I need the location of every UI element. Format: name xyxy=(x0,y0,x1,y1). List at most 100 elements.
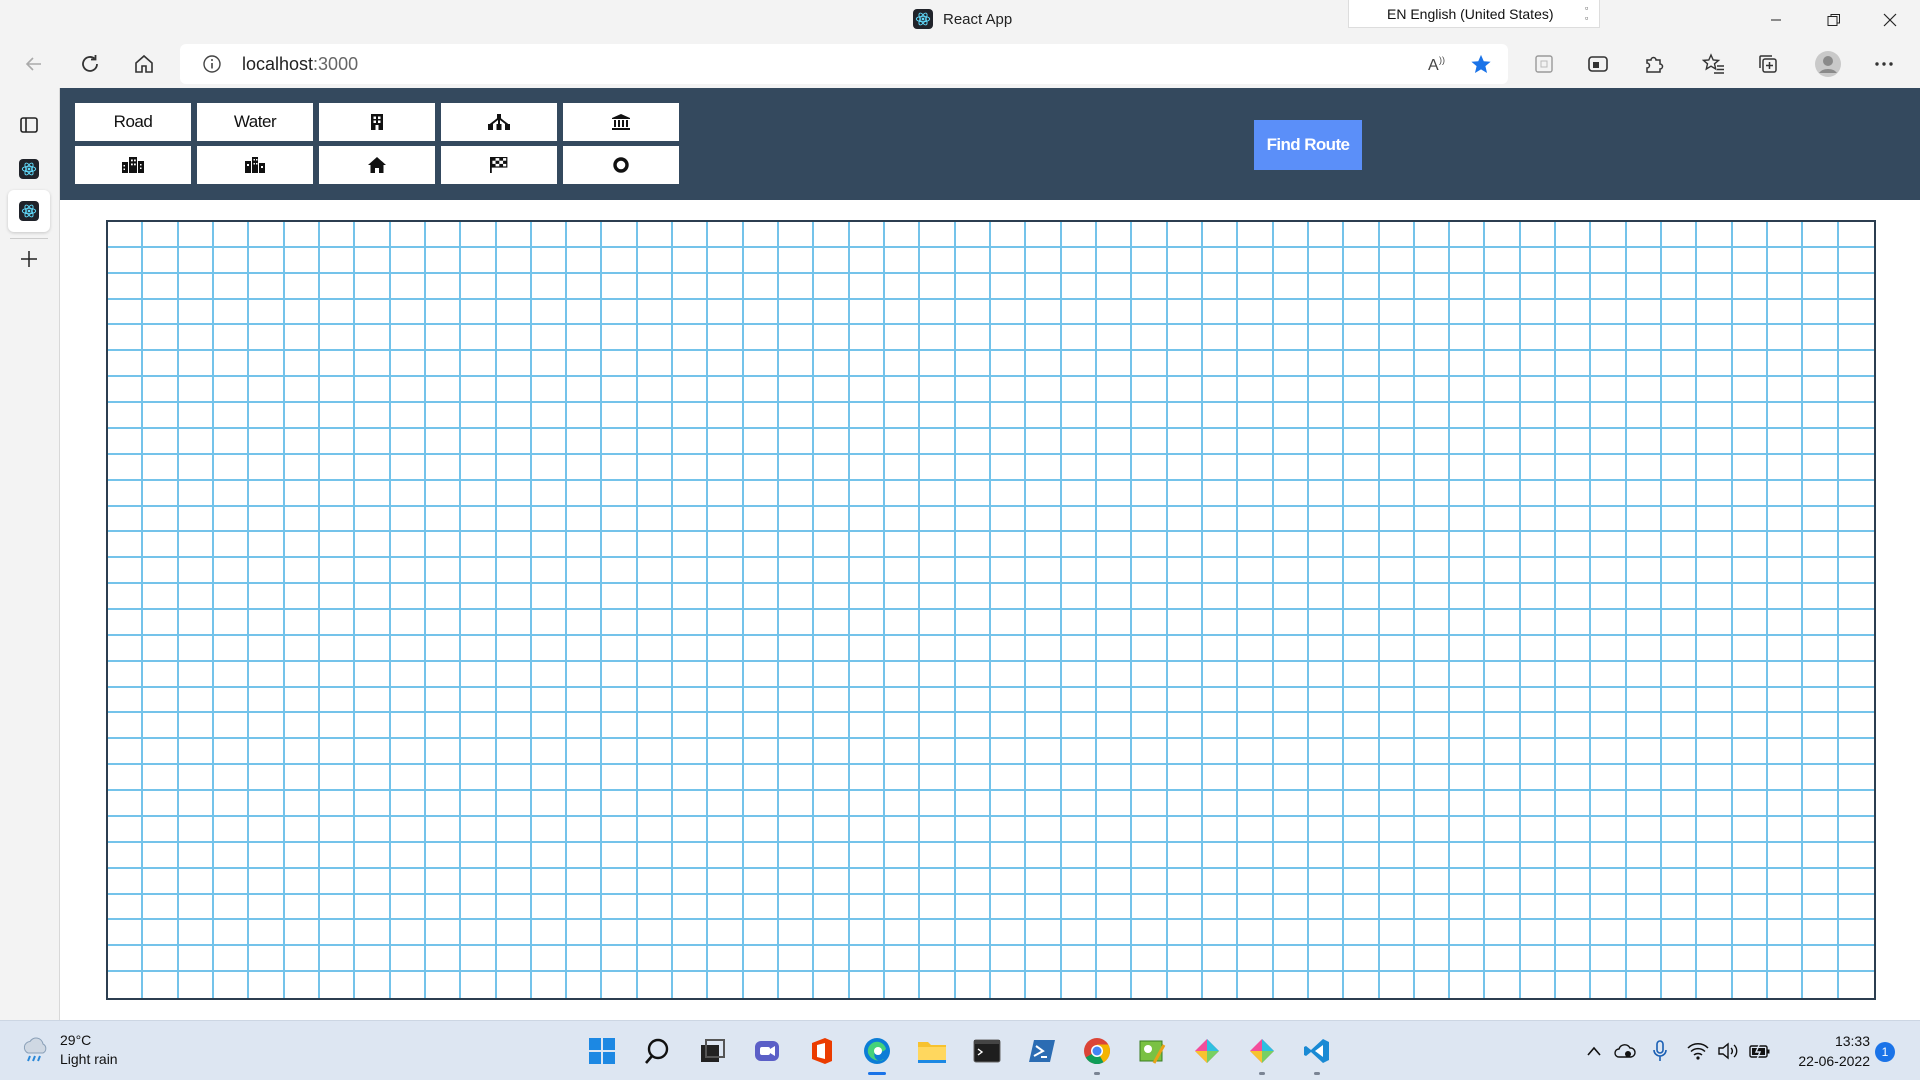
grid-cell[interactable] xyxy=(1414,791,1451,817)
grid-cell[interactable] xyxy=(779,454,815,481)
grid-cell[interactable] xyxy=(1803,403,1839,429)
grid-cell[interactable] xyxy=(1132,351,1168,378)
grid-cell[interactable] xyxy=(1838,662,1874,688)
grid-cell[interactable] xyxy=(108,325,144,352)
grid-cell[interactable] xyxy=(885,584,921,610)
grid-cell[interactable] xyxy=(1626,247,1663,274)
grid-cell[interactable] xyxy=(920,584,956,610)
grid-cell[interactable] xyxy=(743,661,780,688)
grid-cell[interactable] xyxy=(108,816,144,843)
grid-cell[interactable] xyxy=(178,325,214,352)
grid-cell[interactable] xyxy=(319,920,356,947)
grid-cell[interactable] xyxy=(108,920,144,947)
grid-cell[interactable] xyxy=(1344,739,1380,766)
grid-cell[interactable] xyxy=(1061,661,1097,688)
grid-cell[interactable] xyxy=(1132,894,1168,921)
grid-cell[interactable] xyxy=(178,868,214,895)
grid-cell[interactable] xyxy=(1380,972,1415,998)
grid-cell[interactable] xyxy=(1344,920,1380,947)
grid-cell[interactable] xyxy=(249,610,285,636)
grid-cell[interactable] xyxy=(990,920,1027,947)
grid-cell[interactable] xyxy=(1379,765,1415,792)
grid-cell[interactable] xyxy=(955,480,991,507)
grid-cell[interactable] xyxy=(319,868,356,895)
grid-cell[interactable] xyxy=(885,222,921,248)
grid-cell[interactable] xyxy=(1520,247,1557,274)
grid-cell[interactable] xyxy=(708,480,744,507)
grid-cell[interactable] xyxy=(885,635,921,662)
grid-cell[interactable] xyxy=(143,532,179,559)
grid-cell[interactable] xyxy=(990,894,1027,921)
grid-cell[interactable] xyxy=(885,920,921,947)
grid-cell[interactable] xyxy=(461,635,497,662)
grid-cell[interactable] xyxy=(955,739,991,766)
grid-cell[interactable] xyxy=(1238,299,1274,326)
grid-cell[interactable] xyxy=(531,558,568,585)
grid-cell[interactable] xyxy=(390,377,426,404)
grid-cell[interactable] xyxy=(708,816,744,843)
grid-cell[interactable] xyxy=(1414,739,1451,766)
grid-cell[interactable] xyxy=(531,739,568,766)
grid-cell[interactable] xyxy=(1520,454,1557,481)
grid-cell[interactable] xyxy=(1591,403,1627,429)
grid-cell[interactable] xyxy=(602,868,638,895)
grid-cell[interactable] xyxy=(213,299,250,326)
grid-cell[interactable] xyxy=(284,816,320,843)
grid-cell[interactable] xyxy=(1556,532,1592,559)
grid-cell[interactable] xyxy=(885,713,921,740)
grid-cell[interactable] xyxy=(1662,791,1698,817)
grid-cell[interactable] xyxy=(1273,222,1309,248)
grid-cell[interactable] xyxy=(1838,610,1874,636)
grid-cell[interactable] xyxy=(1026,894,1062,921)
tab-react-app-1[interactable] xyxy=(8,148,50,190)
grid-cell[interactable] xyxy=(849,480,886,507)
grid-cell[interactable] xyxy=(249,842,285,869)
grid-cell[interactable] xyxy=(1732,325,1769,352)
grid-cell[interactable] xyxy=(531,454,568,481)
grid-cell[interactable] xyxy=(673,247,709,274)
grid-cell[interactable] xyxy=(920,972,956,998)
grid-cell[interactable] xyxy=(1768,635,1804,662)
grid-cell[interactable] xyxy=(673,635,709,662)
grid-cell[interactable] xyxy=(355,351,391,378)
grid-cell[interactable] xyxy=(425,661,462,688)
grid-cell[interactable] xyxy=(1662,713,1698,740)
grid-cell[interactable] xyxy=(1485,351,1521,378)
grid-cell[interactable] xyxy=(213,403,250,429)
extensions-button[interactable] xyxy=(1636,46,1672,82)
grid-cell[interactable] xyxy=(1132,428,1168,455)
grid-cell[interactable] xyxy=(955,920,991,947)
grid-cell[interactable] xyxy=(461,247,497,274)
grid-cell[interactable] xyxy=(1838,636,1874,662)
grid-cell[interactable] xyxy=(1838,817,1874,843)
grid-cell[interactable] xyxy=(1556,558,1592,585)
grid-cell[interactable] xyxy=(1414,273,1451,300)
grid-cell[interactable] xyxy=(249,532,285,559)
grid-cell[interactable] xyxy=(1556,894,1592,921)
grid-cell[interactable] xyxy=(1591,454,1627,481)
grid-cell[interactable] xyxy=(1379,920,1415,947)
grid-cell[interactable] xyxy=(1026,713,1062,740)
grid-cell[interactable] xyxy=(673,816,709,843)
grid-cell[interactable] xyxy=(1132,273,1168,300)
weather-widget[interactable]: 29°C Light rain xyxy=(20,1031,118,1069)
grid-cell[interactable] xyxy=(1026,868,1062,895)
grid-cell[interactable] xyxy=(319,687,356,714)
grid-cell[interactable] xyxy=(425,868,462,895)
grid-cell[interactable] xyxy=(284,739,320,766)
grid-cell[interactable] xyxy=(108,351,144,378)
grid-cell[interactable] xyxy=(1626,325,1663,352)
grid-cell[interactable] xyxy=(779,351,815,378)
grid-cell[interactable] xyxy=(1626,635,1663,662)
grid-cell[interactable] xyxy=(390,661,426,688)
grid-cell[interactable] xyxy=(108,584,144,610)
grid-cell[interactable] xyxy=(1061,558,1097,585)
grid-cell[interactable] xyxy=(249,972,285,998)
grid-cell[interactable] xyxy=(531,791,568,817)
grid-cell[interactable] xyxy=(1838,713,1874,740)
grid-cell[interactable] xyxy=(1697,506,1733,533)
grid-cell[interactable] xyxy=(849,920,886,947)
grid-cell[interactable] xyxy=(425,635,462,662)
grid-cell[interactable] xyxy=(319,480,356,507)
grid-cell[interactable] xyxy=(1697,765,1733,792)
